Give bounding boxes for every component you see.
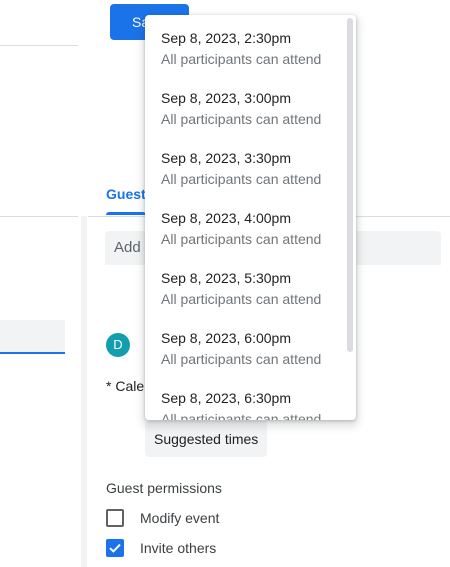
time-option[interactable]: Sep 8, 2023, 3:30pm All participants can…: [145, 150, 345, 210]
time-option-availability: All participants can attend: [161, 351, 322, 367]
time-option-availability: All participants can attend: [161, 411, 322, 420]
time-option[interactable]: Sep 8, 2023, 6:30pm All participants can…: [145, 390, 345, 420]
event-editor-page: Sa Guest Add g D * Calen Suggested times…: [0, 0, 450, 567]
guest-permissions-heading: Guest permissions: [106, 480, 222, 496]
time-option[interactable]: Sep 8, 2023, 2:30pm All participants can…: [145, 30, 345, 90]
suggested-times-button[interactable]: Suggested times: [145, 421, 268, 457]
checkmark-icon: [109, 543, 121, 553]
time-option-time: Sep 8, 2023, 4:00pm: [161, 210, 291, 226]
time-option-availability: All participants can attend: [161, 291, 322, 307]
time-option-time: Sep 8, 2023, 5:30pm: [161, 270, 291, 286]
divider: [0, 45, 78, 46]
time-option-availability: All participants can attend: [161, 111, 322, 127]
permission-label: Modify event: [140, 510, 220, 526]
time-option[interactable]: Sep 8, 2023, 6:00pm All participants can…: [145, 330, 345, 390]
time-option-time: Sep 8, 2023, 2:30pm: [161, 30, 291, 46]
tab-guests[interactable]: Guest: [106, 186, 146, 202]
permission-label: Invite others: [140, 540, 217, 556]
avatar: D: [106, 333, 130, 357]
divider: [0, 216, 78, 217]
permission-invite-others[interactable]: Invite others: [106, 538, 216, 558]
time-option[interactable]: Sep 8, 2023, 3:00pm All participants can…: [145, 90, 345, 150]
time-option-availability: All participants can attend: [161, 171, 322, 187]
time-option-time: Sep 8, 2023, 3:30pm: [161, 150, 291, 166]
left-text-field[interactable]: [0, 320, 65, 354]
time-option-availability: All participants can attend: [161, 51, 322, 67]
scrollbar-track[interactable]: [81, 216, 87, 567]
time-option-time: Sep 8, 2023, 6:00pm: [161, 330, 291, 346]
time-option[interactable]: Sep 8, 2023, 5:30pm All participants can…: [145, 270, 345, 330]
time-option-time: Sep 8, 2023, 3:00pm: [161, 90, 291, 106]
dropdown-scrollbar[interactable]: [347, 18, 353, 352]
time-option[interactable]: Sep 8, 2023, 4:00pm All participants can…: [145, 210, 345, 270]
time-option-availability: All participants can attend: [161, 231, 322, 247]
permission-modify-event[interactable]: Modify event: [106, 508, 219, 528]
time-option-list: Sep 8, 2023, 2:30pm All participants can…: [145, 15, 345, 420]
suggested-times-dropdown[interactable]: Sep 8, 2023, 2:30pm All participants can…: [145, 15, 356, 420]
active-tab-indicator: [106, 212, 146, 215]
invite-others-checkbox[interactable]: [106, 539, 124, 557]
modify-event-checkbox[interactable]: [106, 509, 124, 527]
time-option-time: Sep 8, 2023, 6:30pm: [161, 390, 291, 406]
